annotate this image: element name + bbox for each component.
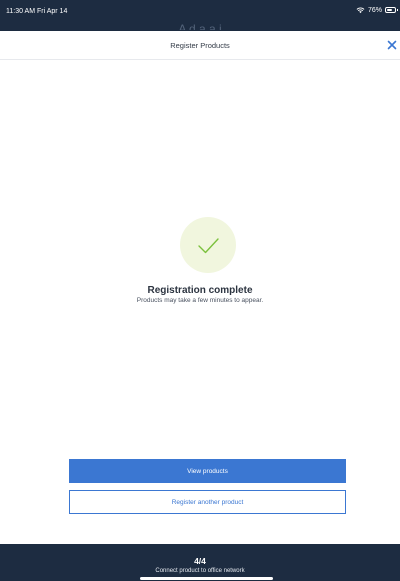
- backdrop-title: A d a a i: [178, 22, 222, 30]
- view-products-button[interactable]: View products: [69, 459, 346, 483]
- completion-heading: Registration complete: [147, 285, 253, 296]
- completion-subtitle: Products may take a few minutes to appea…: [136, 297, 264, 304]
- sheet-title: Register Products: [170, 41, 230, 50]
- app-screen: 11:30 AM Fri Apr 14 A d a a i 76% Regist…: [0, 0, 400, 581]
- register-products-sheet: Register Products Registration complete …: [0, 31, 400, 544]
- battery-fill: [387, 9, 392, 11]
- register-another-product-button[interactable]: Register another product: [69, 490, 346, 514]
- status-time: 11:30 AM Fri Apr 14: [6, 8, 68, 15]
- step-label: Connect product to office network: [155, 568, 245, 574]
- battery-percent: 76%: [367, 6, 382, 14]
- battery-icon: [385, 7, 398, 13]
- sheet-header: Register Products: [0, 31, 400, 60]
- checkmark-icon: [198, 238, 219, 254]
- home-indicator[interactable]: [140, 577, 273, 580]
- wifi-icon: [356, 7, 365, 14]
- close-icon[interactable]: [386, 39, 398, 51]
- status-indicators: 76%: [356, 6, 398, 14]
- status-bar: 11:30 AM Fri Apr 14 A d a a i 76%: [0, 0, 400, 30]
- step-counter: 4/4: [194, 556, 206, 566]
- progress-footer: 4/4 Connect product to office network: [0, 544, 400, 581]
- success-badge: [180, 217, 236, 273]
